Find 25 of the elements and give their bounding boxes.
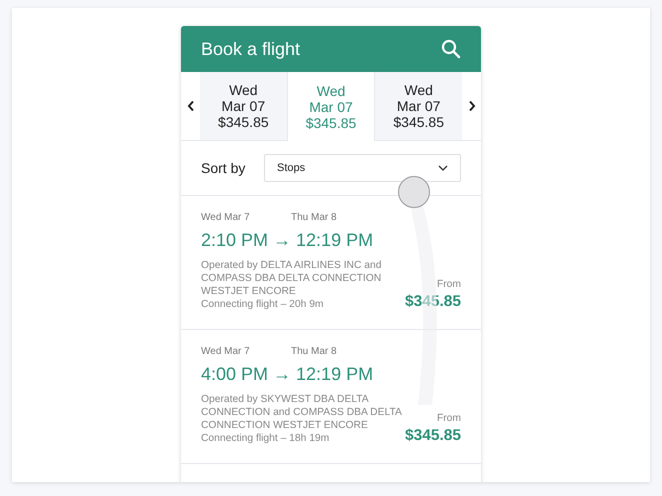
price-label: From [436, 279, 461, 290]
duration-text: Connecting flight – 20h 9m [201, 298, 324, 311]
chevron-down-icon [438, 165, 448, 171]
flight-price: $345.85 [404, 427, 461, 445]
operator-text: Operated by DELTA AIRLINES INC and COMPASS DBA DELTA CONNECTION WESTJET ENCORE [201, 259, 382, 298]
chevron-right-icon[interactable] [468, 100, 476, 112]
arrival-date: Thu Mar 8 [291, 346, 337, 359]
price-label: From [436, 413, 461, 424]
sort-dropdown[interactable]: Stops [264, 154, 461, 182]
duration-text: Connecting flight – 18h 19m [201, 432, 330, 445]
flight-times: 4:00 PM → 12:19 PM [201, 364, 374, 385]
arrival-date: Thu Mar 8 [291, 212, 337, 225]
flight-price: $345.85 [404, 293, 461, 311]
departure-date: Wed Mar 7 [201, 212, 251, 225]
header-title: Book a flight [201, 38, 300, 60]
flight-card[interactable]: Wed Mar 7 Thu Mar 8 4:00 PM → 12:19 PM Operated by SKYWEST DBA DELTA CONNECTION and COMPASS DBA DELTA CONNECTION WESTJET ENCORE Connecting flight – 18h 19m From $345.85 [181, 330, 481, 464]
chevron-left-icon[interactable] [186, 100, 194, 112]
departure-date: Wed Mar 7 [201, 346, 251, 359]
date-tab[interactable]: Wed Mar 07 $345.85 [286, 72, 376, 141]
flight-times: 2:10 PM → 12:19 PM [201, 230, 374, 251]
operator-text: Operated by SKYWEST DBA DELTA CONNECTION and COMPASS DBA DELTA CONNECTION WESTJET ENCORE [201, 393, 403, 432]
search-icon[interactable] [441, 39, 461, 59]
date-tab[interactable]: Wed Mar 07 $345.85 [200, 72, 287, 140]
sort-label: Sort by [201, 160, 246, 176]
date-tab[interactable]: Wed Mar 07 $345.85 [375, 72, 462, 140]
